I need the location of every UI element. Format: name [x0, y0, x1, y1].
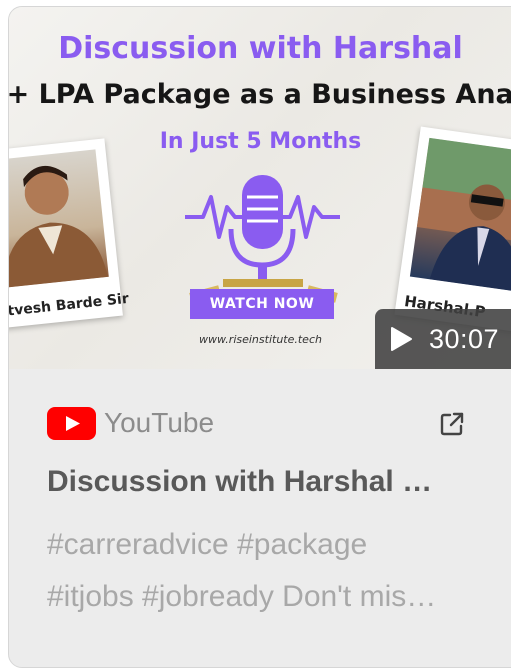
video-description: #carreradvice #package #itjobs #jobready… [47, 519, 447, 623]
thumbnail-title: Discussion with Harshal [58, 31, 463, 66]
source-row: YouTube [47, 403, 477, 443]
description-line: #carreradvice #package [47, 528, 368, 561]
external-link-icon[interactable] [439, 411, 465, 437]
duration-badge[interactable]: 30:07 [375, 309, 511, 369]
video-thumbnail[interactable]: Discussion with Harshal 11+ LPA Package … [9, 7, 511, 369]
source-name: YouTube [104, 407, 215, 438]
description-line: #itjobs #jobready Don't miss this discus… [47, 580, 447, 613]
left-person-photo: Rutvesh Barde Sir [9, 138, 130, 330]
left-person-name: Rutvesh Barde Sir [9, 290, 130, 322]
watch-now-button: WATCH NOW [190, 289, 334, 319]
video-duration: 30:07 [429, 323, 500, 354]
video-card[interactable]: Discussion with Harshal 11+ LPA Package … [8, 6, 511, 668]
youtube-logo-icon [47, 406, 96, 440]
right-person-photo: Harshal.P [394, 126, 511, 334]
card-meta: YouTube Discussion with Harshal 11+ LPA … [47, 403, 477, 623]
video-title[interactable]: Discussion with Harshal 11+ LPA Package … [47, 465, 447, 499]
play-icon [391, 327, 412, 351]
thumbnail-subtitle: 11+ LPA Package as a Business Analyst [9, 79, 511, 110]
